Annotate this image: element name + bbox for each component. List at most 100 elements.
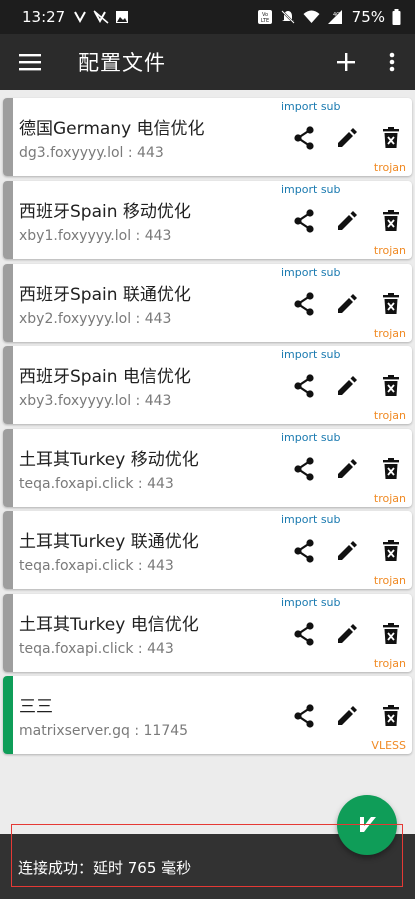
no-data-icon bbox=[93, 10, 109, 24]
delete-button[interactable] bbox=[376, 371, 406, 401]
mute-bell-icon bbox=[280, 10, 295, 24]
share-icon bbox=[294, 622, 314, 646]
protocol-label: trojan bbox=[373, 574, 406, 587]
menu-button[interactable] bbox=[0, 34, 60, 90]
profile-name: 西班牙Spain 电信优化 bbox=[19, 367, 191, 387]
delete-button[interactable] bbox=[376, 123, 406, 153]
subscription-label: import sub bbox=[281, 513, 341, 526]
share-icon bbox=[294, 539, 314, 563]
volte-icon: VoLTE bbox=[257, 10, 272, 24]
edit-button[interactable] bbox=[332, 619, 362, 649]
profile-address: xby2.foxyyyy.lol : 443 bbox=[19, 311, 172, 327]
profile-card[interactable]: 西班牙Spain 电信优化 xby3.foxyyyy.lol : 443 imp… bbox=[3, 346, 412, 424]
status-bar: 13:27 Vo LTE 4G 75% bbox=[0, 0, 415, 34]
svg-text:LTE: LTE bbox=[261, 18, 269, 24]
pencil-icon bbox=[338, 294, 357, 313]
delete-icon bbox=[383, 540, 399, 561]
edit-button[interactable] bbox=[332, 289, 362, 319]
subscription-label: import sub bbox=[281, 100, 341, 113]
selection-indicator bbox=[3, 98, 13, 176]
profile-name: 西班牙Spain 联通优化 bbox=[19, 285, 191, 305]
protocol-label: trojan bbox=[373, 657, 406, 670]
delete-icon bbox=[383, 293, 399, 314]
delete-icon bbox=[383, 375, 399, 396]
share-button[interactable] bbox=[289, 123, 319, 153]
protocol-label: trojan bbox=[373, 409, 406, 422]
subscription-label: import sub bbox=[281, 431, 341, 444]
delete-button[interactable] bbox=[376, 289, 406, 319]
edit-button[interactable] bbox=[332, 701, 362, 731]
vpn-key-icon bbox=[360, 817, 376, 832]
pencil-icon bbox=[338, 459, 357, 478]
share-icon bbox=[294, 126, 314, 150]
profile-card[interactable]: 土耳其Turkey 移动优化 teqa.foxapi.click : 443 i… bbox=[3, 429, 412, 507]
profile-card[interactable]: 西班牙Spain 移动优化 xby1.foxyyyy.lol : 443 imp… bbox=[3, 181, 412, 259]
edit-button[interactable] bbox=[332, 536, 362, 566]
status-notification-icons bbox=[73, 10, 129, 24]
profile-address: teqa.foxapi.click : 443 bbox=[19, 641, 174, 657]
more-options-button[interactable] bbox=[369, 34, 415, 90]
pencil-icon bbox=[338, 211, 357, 230]
share-button[interactable] bbox=[289, 371, 319, 401]
profile-address: xby1.foxyyyy.lol : 443 bbox=[19, 228, 172, 244]
profile-card[interactable]: 土耳其Turkey 联通优化 teqa.foxapi.click : 443 i… bbox=[3, 511, 412, 589]
add-profile-button[interactable] bbox=[323, 34, 369, 90]
edit-button[interactable] bbox=[332, 206, 362, 236]
profile-card-selected[interactable]: 三三 matrixserver.gq : 11745 VLESS bbox=[3, 676, 412, 754]
pencil-icon bbox=[338, 128, 357, 147]
status-time: 13:27 bbox=[22, 8, 66, 26]
edit-button[interactable] bbox=[332, 371, 362, 401]
battery-percent: 75% bbox=[351, 8, 385, 26]
selection-indicator bbox=[3, 676, 13, 754]
hamburger-menu-icon bbox=[19, 54, 41, 71]
profile-address: teqa.foxapi.click : 443 bbox=[19, 558, 174, 574]
edit-button[interactable] bbox=[332, 454, 362, 484]
share-button[interactable] bbox=[289, 206, 319, 236]
delete-icon bbox=[383, 210, 399, 231]
selection-indicator bbox=[3, 594, 13, 672]
delete-icon bbox=[383, 705, 399, 726]
pencil-icon bbox=[338, 624, 357, 643]
profile-card[interactable]: 西班牙Spain 联通优化 xby2.foxyyyy.lol : 443 imp… bbox=[3, 264, 412, 342]
cell-signal-icon: 4G bbox=[327, 10, 342, 24]
connect-fab-button[interactable] bbox=[337, 795, 397, 855]
delete-button[interactable] bbox=[376, 701, 406, 731]
delete-icon bbox=[383, 623, 399, 644]
share-button[interactable] bbox=[289, 701, 319, 731]
status-system-icons: Vo LTE 4G 75% bbox=[257, 8, 401, 26]
protocol-label: trojan bbox=[373, 492, 406, 505]
pencil-icon bbox=[338, 376, 357, 395]
battery-icon bbox=[392, 9, 401, 25]
profile-address: matrixserver.gq : 11745 bbox=[19, 723, 189, 739]
share-button[interactable] bbox=[289, 536, 319, 566]
svg-text:4G: 4G bbox=[333, 12, 340, 18]
profile-list[interactable]: 德国Germany 电信优化 dg3.foxyyyy.lol : 443 imp… bbox=[0, 90, 415, 834]
share-button[interactable] bbox=[289, 619, 319, 649]
delete-button[interactable] bbox=[376, 619, 406, 649]
subscription-label: import sub bbox=[281, 348, 341, 361]
delete-button[interactable] bbox=[376, 454, 406, 484]
profile-card[interactable]: 土耳其Turkey 电信优化 teqa.foxapi.click : 443 i… bbox=[3, 594, 412, 672]
profile-card[interactable]: 德国Germany 电信优化 dg3.foxyyyy.lol : 443 imp… bbox=[3, 98, 412, 176]
share-button[interactable] bbox=[289, 289, 319, 319]
protocol-label: trojan bbox=[373, 244, 406, 257]
plus-icon bbox=[337, 53, 355, 71]
subscription-label: import sub bbox=[281, 596, 341, 609]
profile-address: dg3.foxyyyy.lol : 443 bbox=[19, 145, 164, 161]
edit-button[interactable] bbox=[332, 123, 362, 153]
delete-icon bbox=[383, 127, 399, 148]
pencil-icon bbox=[338, 541, 357, 560]
share-button[interactable] bbox=[289, 454, 319, 484]
selection-indicator bbox=[3, 429, 13, 507]
selection-indicator bbox=[3, 346, 13, 424]
profile-name: 土耳其Turkey 联通优化 bbox=[19, 532, 199, 552]
profile-name: 土耳其Turkey 电信优化 bbox=[19, 615, 199, 635]
snackbar-message: 连接成功：延时 765 毫秒 bbox=[18, 859, 192, 877]
image-icon bbox=[116, 11, 129, 23]
protocol-label: trojan bbox=[373, 161, 406, 174]
delete-icon bbox=[383, 458, 399, 479]
delete-button[interactable] bbox=[376, 206, 406, 236]
selection-indicator bbox=[3, 511, 13, 589]
selection-indicator bbox=[3, 264, 13, 342]
delete-button[interactable] bbox=[376, 536, 406, 566]
